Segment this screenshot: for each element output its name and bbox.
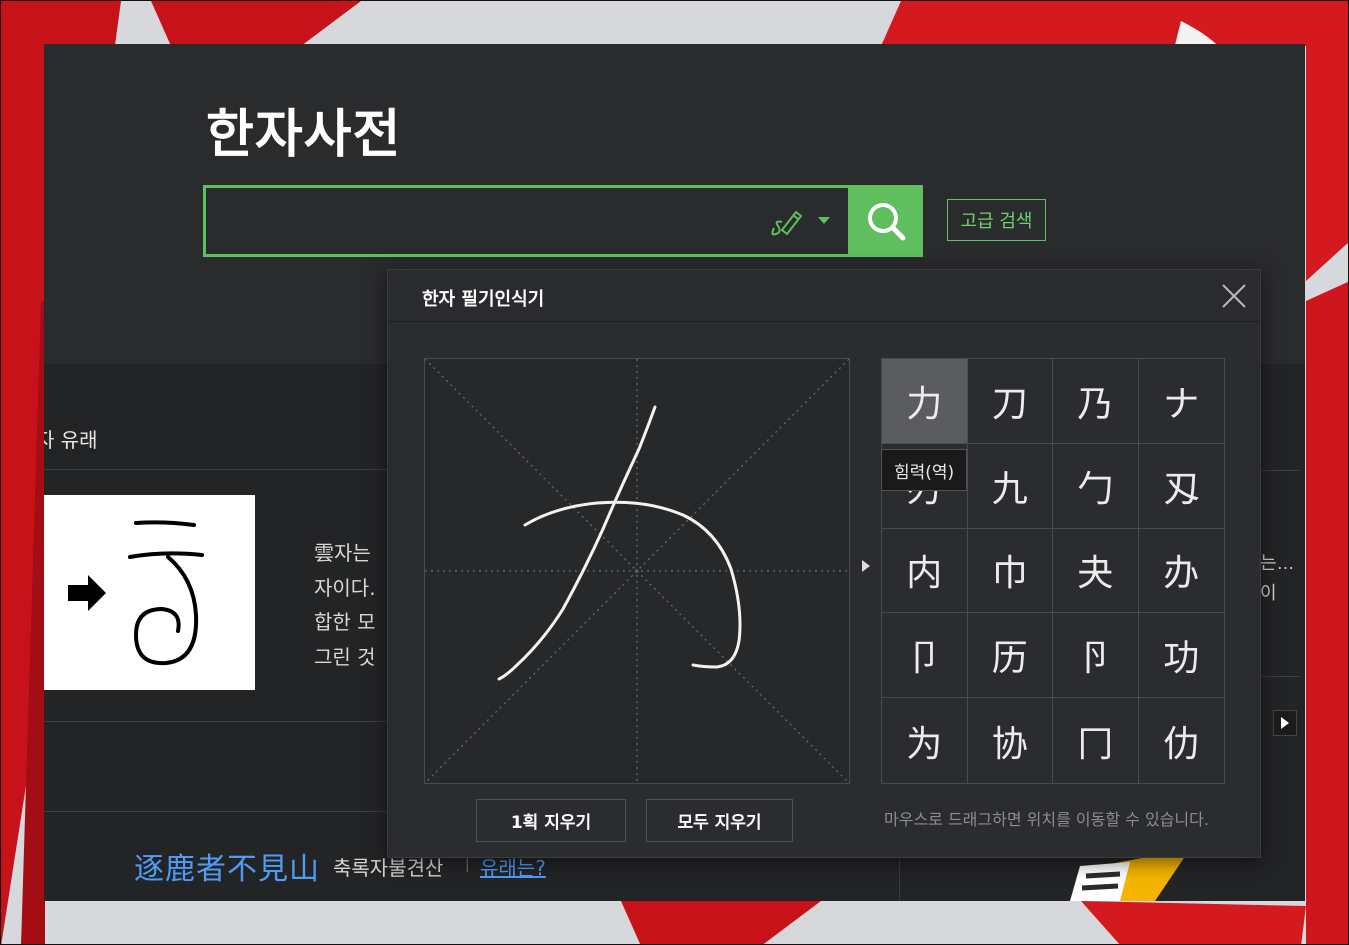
origin-description-line: 그린 것 <box>314 645 376 669</box>
candidate-character[interactable]: 仂 <box>1138 698 1224 783</box>
right-panel-text: 는… <box>1260 553 1295 573</box>
divider <box>44 811 389 812</box>
chevron-down-icon[interactable] <box>818 217 830 225</box>
candidate-character[interactable]: 内 <box>882 528 968 614</box>
divider <box>44 721 389 722</box>
right-panel-text: 이 <box>1260 583 1277 603</box>
candidate-character[interactable]: 卩 <box>882 613 968 699</box>
popup-titlebar[interactable]: 한자 필기인식기 <box>388 270 1260 322</box>
undo-stroke-button[interactable]: 1획 지우기 <box>476 799 626 842</box>
candidate-character[interactable]: 办 <box>1138 528 1224 614</box>
origin-illustration <box>44 495 255 690</box>
drawn-strokes <box>497 405 742 681</box>
page-title: 한자사전 <box>206 105 402 165</box>
search-box[interactable] <box>203 185 923 257</box>
search-icon <box>867 203 905 241</box>
handwriting-recognizer-popup[interactable]: 한자 필기인식기 力刀乃ナ刃九勹刄内巾夬办卩历卪功为协冂仂 힘력(역) 1획 지… <box>387 269 1261 858</box>
handwriting-pen-icon[interactable] <box>768 206 804 238</box>
candidate-character[interactable]: 巾 <box>967 528 1053 614</box>
candidate-tooltip: 힘력(역) <box>881 449 968 491</box>
candidate-character[interactable]: 刀 <box>967 359 1053 444</box>
candidate-character[interactable]: 为 <box>882 698 968 783</box>
drag-hint-text: 마우스로 드래그하면 위치를 이동할 수 있습니다. <box>884 810 1209 829</box>
candidate-character[interactable]: ナ <box>1138 359 1224 444</box>
divider <box>44 469 389 470</box>
next-page-button[interactable] <box>1273 710 1297 736</box>
idiom-hanja-link[interactable]: 逐鹿者不見山 <box>134 844 320 888</box>
candidate-character[interactable]: 九 <box>967 443 1053 529</box>
origin-description-line: 합한 모 <box>314 610 376 634</box>
chevron-right-icon <box>1281 717 1289 729</box>
close-icon[interactable] <box>1220 282 1248 310</box>
origin-section-heading: 자 유래 <box>44 428 98 452</box>
candidate-character[interactable]: 卪 <box>1053 613 1139 699</box>
clear-all-button[interactable]: 모두 지우기 <box>646 799 793 842</box>
candidate-character[interactable]: 刄 <box>1138 443 1224 529</box>
search-input[interactable] <box>216 198 756 244</box>
advanced-search-button[interactable]: 고급 검색 <box>947 199 1046 241</box>
origin-description-line: 자이다. <box>314 576 376 600</box>
candidate-character[interactable]: 功 <box>1138 613 1224 699</box>
candidate-grid: 力刀乃ナ刃九勹刄内巾夬办卩历卪功为协冂仂 <box>881 358 1225 784</box>
origin-description-line: 雲자는 <box>314 541 371 565</box>
candidate-character[interactable]: 协 <box>967 698 1053 783</box>
handwriting-canvas[interactable] <box>424 358 850 784</box>
candidate-character[interactable]: 冂 <box>1053 698 1139 783</box>
chevron-right-icon[interactable] <box>862 560 870 572</box>
candidate-character[interactable]: 夬 <box>1053 528 1139 614</box>
candidate-character[interactable]: 历 <box>967 613 1053 699</box>
candidate-character[interactable]: 力 <box>882 359 968 444</box>
candidate-character[interactable]: 勹 <box>1053 443 1139 529</box>
search-button[interactable] <box>848 185 923 257</box>
candidate-character[interactable]: 乃 <box>1053 359 1139 444</box>
popup-title: 한자 필기인식기 <box>422 289 545 310</box>
